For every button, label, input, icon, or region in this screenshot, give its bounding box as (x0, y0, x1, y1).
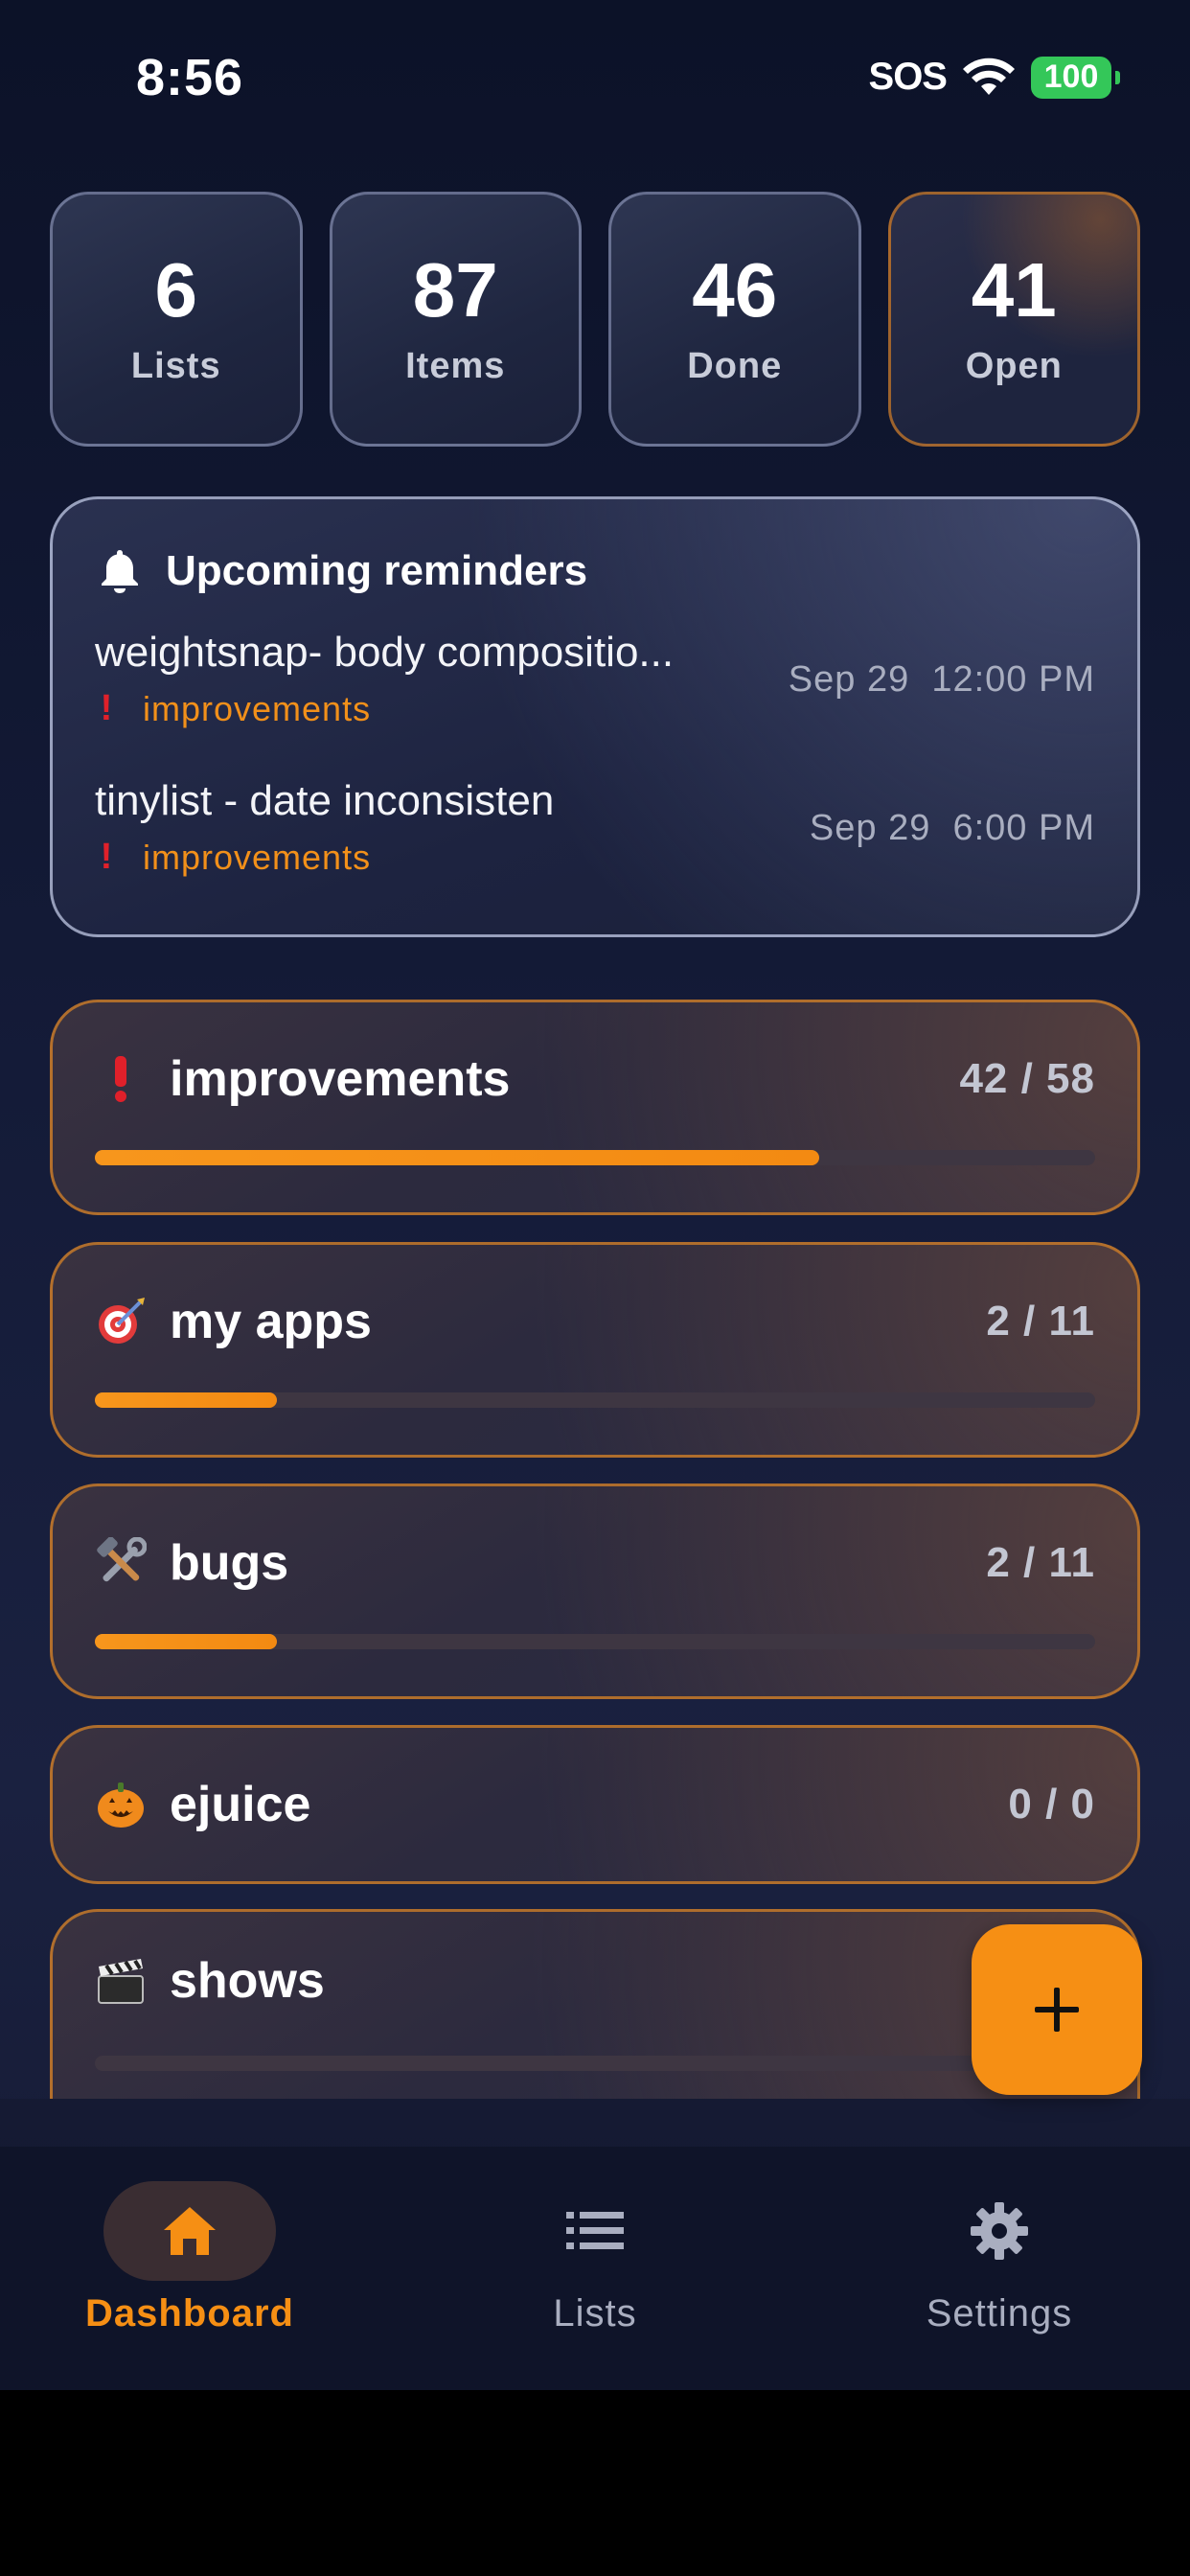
tab-label: Lists (553, 2292, 637, 2334)
tab-settings[interactable]: Settings (846, 2181, 1153, 2335)
tab-pill (103, 2181, 276, 2281)
stat-lists[interactable]: 6 Lists (50, 192, 303, 447)
gear-icon (971, 2202, 1028, 2260)
reminders-title: Upcoming reminders (166, 547, 588, 594)
exclamation-icon: ! (100, 688, 113, 728)
stat-label: Lists (130, 345, 221, 386)
status-time: 8:56 (136, 49, 244, 106)
progress-bar (95, 2056, 1095, 2071)
wifi-icon (963, 58, 1015, 95)
stat-value: 41 (971, 246, 1057, 333)
list-card-ejuice[interactable]: ejuice 0 / 0 (50, 1725, 1140, 1884)
reminder-item[interactable]: tinylist - date inconsisten ! improvemen… (95, 777, 1095, 878)
list-card-header: shows (95, 1952, 1095, 2010)
list-card-header: ejuice 0 / 0 (95, 1776, 1095, 1833)
dart-target-icon (95, 1296, 147, 1347)
progress-fill (95, 1150, 819, 1165)
exclamation-icon: ! (100, 837, 113, 877)
list-name: my apps (170, 1294, 372, 1349)
plus-icon (1035, 1988, 1079, 2032)
tab-lists[interactable]: Lists (442, 2181, 748, 2335)
list-count: 0 / 0 (1008, 1781, 1095, 1828)
tab-label: Dashboard (85, 2292, 294, 2334)
stat-value: 6 (154, 246, 198, 333)
list-count: 2 / 11 (986, 1298, 1095, 1345)
tab-pill (509, 2181, 681, 2281)
reminder-date: Sep 29 12:00 PM (788, 659, 1095, 700)
reminders-header: Upcoming reminders (99, 547, 587, 595)
list-card-bugs[interactable]: bugs 2 / 11 (50, 1484, 1140, 1699)
stat-open[interactable]: 41 Open (887, 192, 1140, 447)
clapperboard-icon (95, 1955, 147, 2007)
stat-label: Done (687, 345, 783, 386)
list-count: 2 / 11 (986, 1539, 1095, 1586)
battery-level: 100 (1043, 58, 1099, 95)
list-card-header: bugs 2 / 11 (95, 1534, 1095, 1592)
stat-label: Open (965, 345, 1063, 386)
reminders-card: Upcoming reminders weightsnap- body comp… (50, 496, 1140, 937)
list-card-my-apps[interactable]: my apps 2 / 11 (50, 1242, 1140, 1458)
progress-bar (95, 1150, 1095, 1165)
list-card-header: improvements 42 / 58 (95, 1050, 1095, 1108)
progress-bar (95, 1634, 1095, 1649)
stat-label: Items (405, 345, 506, 386)
list-name: ejuice (170, 1777, 311, 1832)
tab-dashboard[interactable]: Dashboard (36, 2181, 343, 2335)
bell-icon (102, 550, 138, 593)
dashboard-screen: 8:56 SOS 100 6 Lists 87 Items 46 Done 41… (0, 0, 1190, 2390)
progress-fill (95, 1634, 277, 1649)
exclamation-icon (95, 1053, 147, 1105)
progress-bar (95, 1392, 1095, 1408)
progress-fill (95, 1392, 277, 1408)
reminder-list-name: improvements (143, 688, 372, 728)
tab-bar: Dashboard Lists Settings (0, 2147, 1190, 2390)
list-name: improvements (170, 1051, 511, 1107)
pumpkin-icon (95, 1779, 147, 1830)
stats-row: 6 Lists 87 Items 46 Done 41 Open (50, 192, 1140, 447)
stat-items[interactable]: 87 Items (329, 192, 582, 447)
stat-done[interactable]: 46 Done (608, 192, 861, 447)
tab-label: Settings (926, 2292, 1073, 2334)
list-card-improvements[interactable]: improvements 42 / 58 (50, 1000, 1140, 1215)
status-indicators: SOS 100 (868, 56, 1120, 99)
list-name: bugs (170, 1535, 289, 1591)
sos-indicator: SOS (868, 56, 948, 98)
stat-value: 87 (412, 246, 498, 333)
hammer-wrench-icon (95, 1537, 147, 1589)
list-name: shows (170, 1953, 325, 2009)
reminder-list-name: improvements (143, 837, 372, 877)
tab-pill (913, 2181, 1086, 2281)
home-icon (164, 2207, 216, 2255)
battery-icon: 100 (1031, 56, 1120, 99)
list-icon (566, 2212, 624, 2249)
stat-value: 46 (692, 246, 778, 333)
reminder-date: Sep 29 6:00 PM (809, 808, 1095, 848)
list-card-header: my apps 2 / 11 (95, 1293, 1095, 1350)
list-count: 42 / 58 (959, 1055, 1095, 1102)
add-list-button[interactable] (972, 1924, 1142, 2095)
reminder-item[interactable]: weightsnap- body compositio... ! improve… (95, 629, 1095, 729)
